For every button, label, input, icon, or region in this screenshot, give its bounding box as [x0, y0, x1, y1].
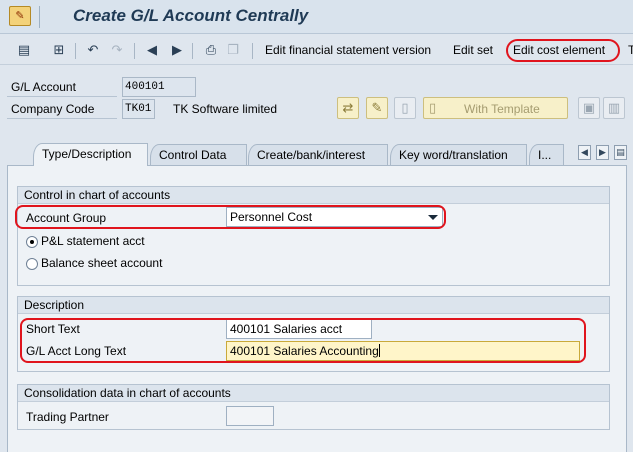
- account-group-highlight: [15, 205, 446, 229]
- print-icon[interactable]: ⎙: [202, 41, 220, 59]
- description-highlight: [20, 318, 586, 363]
- edit-toggle-icon[interactable]: ▤: [15, 41, 33, 59]
- lock-icon[interactable]: ▣: [578, 97, 600, 119]
- display-change-icon[interactable]: ⇄: [337, 97, 359, 119]
- tab-scroll-left-icon[interactable]: ◀: [578, 145, 591, 160]
- tab-type-description[interactable]: Type/Description: [33, 143, 148, 166]
- page-title: Create G/L Account Centrally: [73, 6, 309, 25]
- cost-element-highlight: [506, 39, 620, 62]
- pencil-icon[interactable]: ✎: [366, 97, 388, 119]
- description-group-header: Description: [18, 297, 609, 314]
- gl-account-field[interactable]: 400101: [122, 77, 196, 97]
- undo-icon[interactable]: ↶: [84, 41, 102, 59]
- company-code-label: Company Code: [11, 102, 95, 116]
- pl-statement-radio[interactable]: [26, 236, 38, 248]
- with-template-label: With Template: [464, 102, 540, 116]
- gl-account-label: G/L Account: [11, 80, 76, 94]
- application-toolbar: ▤ ⊞ ↶ ↷ ◀ ▶ ⎙ ❐ Edit financial statement…: [0, 35, 633, 65]
- document-copy-icon: ▯: [429, 100, 437, 115]
- new-icon[interactable]: ❐: [224, 41, 242, 59]
- toolbar-separator: [252, 43, 253, 59]
- tab-key-word-translation[interactable]: Key word/translation: [390, 144, 527, 165]
- edit-fs-version-button[interactable]: Edit financial statement version: [265, 43, 431, 57]
- trading-partner-label: Trading Partner: [26, 410, 109, 424]
- consolidation-group-header: Consolidation data in chart of accounts: [18, 385, 609, 402]
- company-code-field[interactable]: TK01: [122, 99, 155, 119]
- hierarchy-icon[interactable]: ⊞: [50, 41, 68, 59]
- delete-icon[interactable]: ▥: [603, 97, 625, 119]
- toolbar-separator: [192, 43, 193, 59]
- sap-transaction-icon[interactable]: ✎: [9, 6, 31, 26]
- title-separator: [39, 6, 40, 28]
- tab-scroll-right-icon[interactable]: ▶: [596, 145, 609, 160]
- edit-set-button[interactable]: Edit set: [453, 43, 493, 57]
- company-name: TK Software limited: [173, 102, 278, 116]
- previous-icon[interactable]: ◀: [143, 41, 161, 59]
- with-template-button[interactable]: ▯ With Template: [423, 97, 568, 119]
- toolbar-separator: [75, 43, 76, 59]
- next-icon[interactable]: ▶: [168, 41, 186, 59]
- redo-icon[interactable]: ↷: [108, 41, 126, 59]
- tab-more[interactable]: I...: [529, 144, 564, 165]
- balance-sheet-label: Balance sheet account: [41, 256, 163, 270]
- balance-sheet-radio[interactable]: [26, 258, 38, 270]
- document-icon[interactable]: ▯: [394, 97, 416, 119]
- tab-list-icon[interactable]: ▤: [614, 145, 627, 160]
- pl-statement-label: P&L statement acct: [41, 234, 145, 248]
- toolbar-separator: [134, 43, 135, 59]
- toolbar-overflow-text[interactable]: T: [628, 43, 633, 57]
- control-group-header: Control in chart of accounts: [18, 187, 609, 204]
- trading-partner-input[interactable]: [226, 406, 274, 426]
- tab-create-bank-interest[interactable]: Create/bank/interest: [248, 144, 388, 165]
- title-bar: ✎ Create G/L Account Centrally: [0, 0, 633, 34]
- tab-control-data[interactable]: Control Data: [150, 144, 247, 165]
